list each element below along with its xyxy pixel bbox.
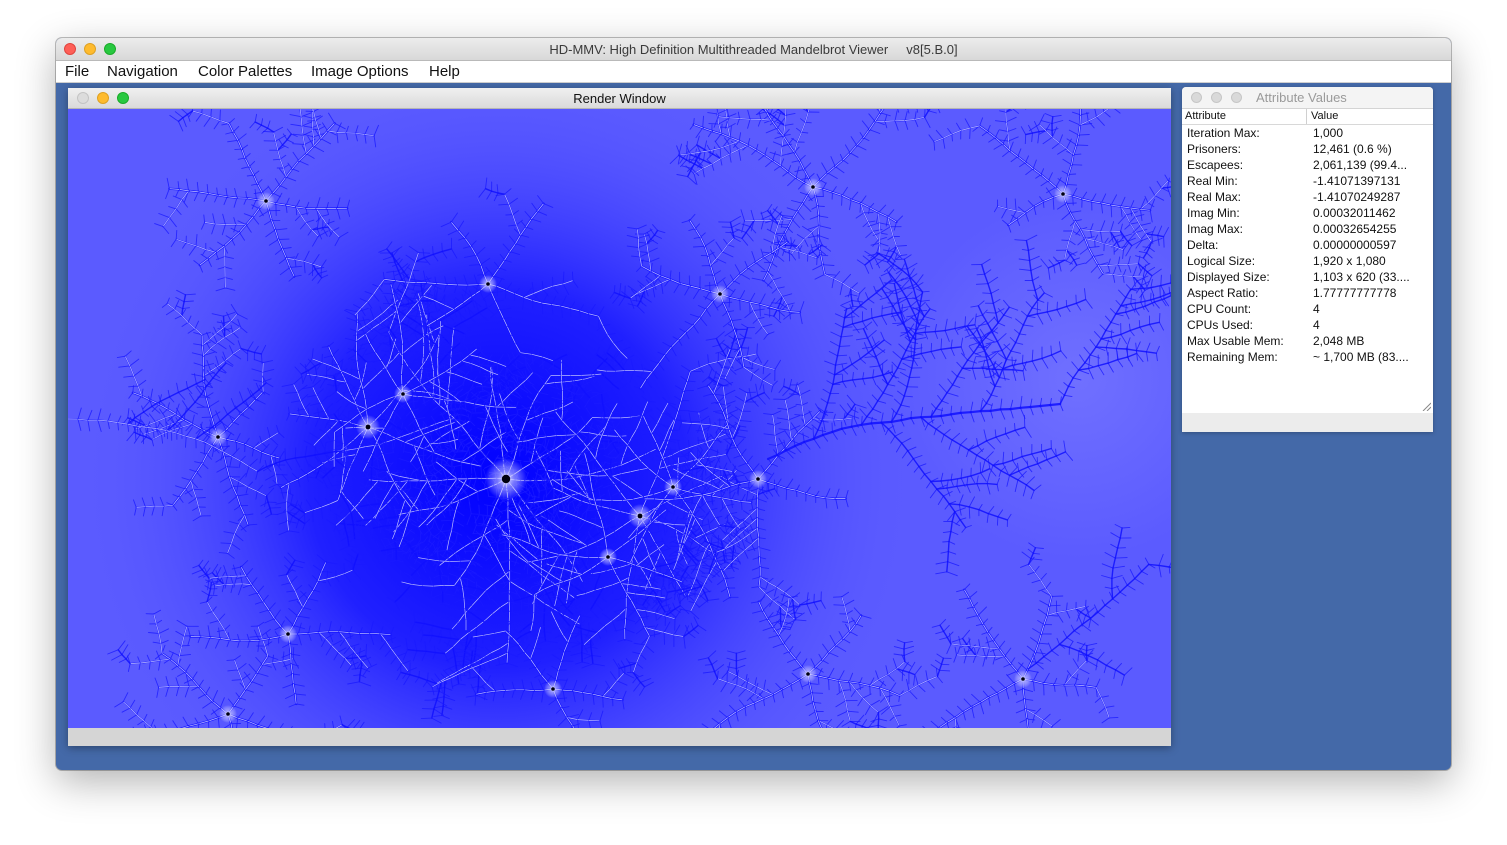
attribute-name: Max Usable Mem:: [1187, 334, 1284, 348]
attribute-name: Remaining Mem:: [1187, 350, 1278, 364]
column-header-attribute[interactable]: Attribute: [1185, 110, 1226, 122]
attribute-value: -1.41070249287: [1313, 190, 1401, 204]
attribute-name: Logical Size:: [1187, 254, 1256, 268]
attribute-value: 0.00000000597: [1313, 238, 1397, 252]
attribute-window-titlebar[interactable]: Attribute Values: [1182, 87, 1433, 109]
attribute-value: 1,920 x 1,080: [1313, 254, 1386, 268]
column-header-value[interactable]: Value: [1311, 110, 1338, 122]
attribute-name: Delta:: [1187, 238, 1219, 252]
table-row[interactable]: Aspect Ratio: 1.77777777778: [1182, 285, 1433, 301]
attribute-name: Escapees:: [1187, 158, 1244, 172]
table-row[interactable]: Real Max: -1.41070249287: [1182, 189, 1433, 205]
attribute-name: Aspect Ratio:: [1187, 286, 1259, 300]
menu-navigation[interactable]: Navigation: [107, 62, 178, 81]
attribute-value: -1.41071397131: [1313, 174, 1401, 188]
attribute-name: CPUs Used:: [1187, 318, 1254, 332]
attribute-minimize-button[interactable]: [1211, 92, 1222, 103]
table-row[interactable]: Real Min: -1.41071397131: [1182, 173, 1433, 189]
attribute-zoom-button[interactable]: [1231, 92, 1242, 103]
attribute-table: Attribute Value Iteration Max: 1,000 Priso…: [1182, 109, 1433, 413]
attribute-name: Iteration Max:: [1187, 126, 1260, 140]
menu-color-palettes[interactable]: Color Palettes: [198, 62, 292, 81]
menu-image-options[interactable]: Image Options: [311, 62, 409, 81]
mandelbrot-fractal-image: [68, 109, 1171, 728]
window-title: HD-MMV: High Definition Multithreaded Ma…: [549, 42, 958, 57]
resize-grip-icon[interactable]: [1421, 401, 1431, 411]
table-row[interactable]: Escapees: 2,061,139 (99.4...: [1182, 157, 1433, 173]
table-row[interactable]: Delta: 0.00000000597: [1182, 237, 1433, 253]
attribute-value: 1.77777777778: [1313, 286, 1397, 300]
table-row[interactable]: Prisoners: 12,461 (0.6 %): [1182, 141, 1433, 157]
attribute-value: 1,000: [1313, 126, 1344, 140]
main-window: HD-MMV: High Definition Multithreaded Ma…: [56, 38, 1451, 770]
attribute-name: Displayed Size:: [1187, 270, 1270, 284]
attribute-name: Real Max:: [1187, 190, 1242, 204]
attribute-values-window: Attribute Values Attribute Value Iterati…: [1182, 87, 1433, 432]
attribute-value: 1,103 x 620 (33....: [1313, 270, 1410, 284]
attribute-value: 2,061,139 (99.4...: [1313, 158, 1408, 172]
table-row[interactable]: Iteration Max: 1,000: [1182, 125, 1433, 141]
attribute-window-title: Attribute Values: [1256, 90, 1347, 105]
attribute-name: Real Min:: [1187, 174, 1238, 188]
attribute-name: CPU Count:: [1187, 302, 1252, 316]
attribute-value: 2,048 MB: [1313, 334, 1365, 348]
attribute-value: 4: [1313, 318, 1320, 332]
table-row[interactable]: Remaining Mem: ~ 1,700 MB (83....: [1182, 349, 1433, 365]
attribute-value: 0.00032011462: [1313, 206, 1396, 220]
render-status-bar: [68, 728, 1171, 746]
menu-help[interactable]: Help: [429, 62, 460, 81]
attribute-name: Imag Min:: [1187, 206, 1240, 220]
menu-file[interactable]: File: [65, 62, 89, 81]
attribute-value: 12,461 (0.6 %): [1313, 142, 1392, 156]
attribute-value: 4: [1313, 302, 1320, 316]
menu-bar: File Navigation Color Palettes Image Opt…: [56, 61, 1451, 83]
attribute-name: Prisoners:: [1187, 142, 1242, 156]
render-window: Render Window: [68, 88, 1171, 746]
render-window-titlebar[interactable]: Render Window: [68, 88, 1171, 109]
table-row[interactable]: CPU Count: 4: [1182, 301, 1433, 317]
table-row[interactable]: Imag Max: 0.00032654255: [1182, 221, 1433, 237]
attribute-value: 0.00032654255: [1313, 222, 1397, 236]
attribute-window-footer: [1182, 413, 1433, 432]
table-row[interactable]: Displayed Size: 1,103 x 620 (33....: [1182, 269, 1433, 285]
table-row[interactable]: Logical Size: 1,920 x 1,080: [1182, 253, 1433, 269]
table-row[interactable]: Max Usable Mem: 2,048 MB: [1182, 333, 1433, 349]
table-row[interactable]: Imag Min: 0.00032011462: [1182, 205, 1433, 221]
render-window-title: Render Window: [573, 91, 666, 106]
attribute-close-button[interactable]: [1191, 92, 1202, 103]
column-divider[interactable]: [1306, 109, 1307, 124]
attribute-name: Imag Max:: [1187, 222, 1244, 236]
table-row[interactable]: CPUs Used: 4: [1182, 317, 1433, 333]
attribute-value: ~ 1,700 MB (83....: [1313, 350, 1409, 364]
mandelbrot-render-canvas[interactable]: [68, 109, 1171, 728]
attribute-table-header: Attribute Value: [1182, 109, 1433, 125]
window-titlebar[interactable]: HD-MMV: High Definition Multithreaded Ma…: [56, 38, 1451, 61]
